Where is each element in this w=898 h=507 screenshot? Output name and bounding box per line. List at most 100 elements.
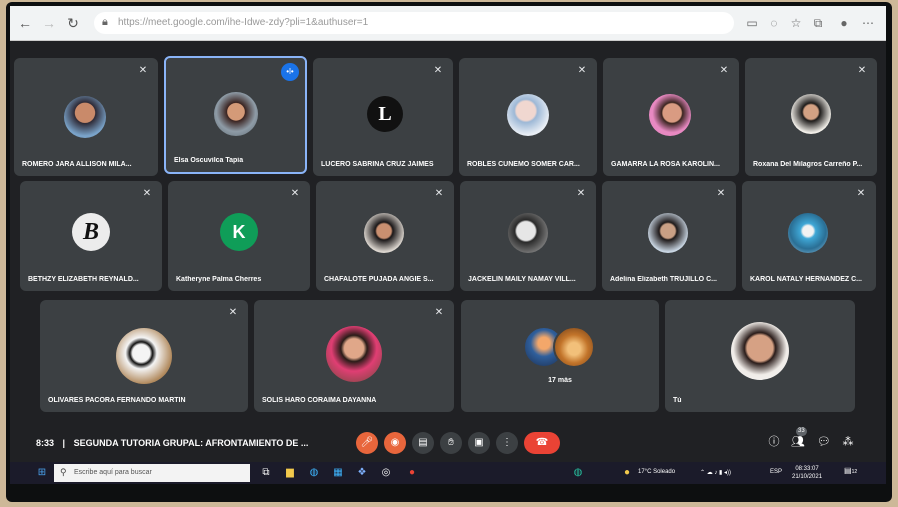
participant-name: GAMARRA LA ROSA KAROLIN... — [611, 161, 720, 168]
task-view-icon[interactable]: ⧉ — [258, 465, 274, 481]
mic-off-icon: ✕ — [228, 307, 238, 318]
meeting-details-icon[interactable]: ⓘ — [766, 434, 782, 450]
notification-count: 12 — [851, 469, 858, 475]
participant-tile[interactable]: 17 más — [461, 300, 659, 412]
participant-tile[interactable]: ✕ GAMARRA LA ROSA KAROLIN... — [603, 58, 739, 176]
weather-icon: ● — [624, 467, 631, 478]
dropbox-icon[interactable]: ❖ — [354, 465, 370, 481]
participant-name: Tú — [673, 397, 682, 404]
participant-tile[interactable]: ✕ SOLIS HARO CORAIMA DAYANNA — [254, 300, 454, 412]
address-bar[interactable]: 🔒︎ https://meet.google.com/ihe-Idwe-zdy?… — [94, 12, 734, 34]
mic-off-icon: ✕ — [434, 188, 444, 199]
mic-off-icon: ✕ — [719, 65, 729, 76]
camera-toggle-icon[interactable]: ◉ — [384, 432, 406, 454]
participant-tile[interactable]: ✕ K Katheryne Palma Cherres — [168, 181, 310, 291]
participant-tile[interactable]: ✕ OLIVARES PACORA FERNANDO MARTÍN — [40, 300, 248, 412]
lock-icon: 🔒︎ — [102, 16, 108, 28]
avatar — [788, 213, 828, 253]
forward-icon[interactable]: → — [40, 14, 58, 32]
participant-tile[interactable]: ✕ CHAFALOTE PUJADA ANGIE S... — [316, 181, 454, 291]
mic-toggle-icon[interactable]: 🎤︎ — [356, 432, 378, 454]
favorite-icon[interactable]: ☆ — [788, 15, 804, 31]
tray-icons[interactable]: ⌃ ☁ ♪ ▮ ◂)) — [700, 469, 731, 476]
url-text: https://meet.google.com/ihe-Idwe-zdy?pli… — [118, 17, 369, 28]
participant-name: Elsa Oscuvilca Tapia — [174, 157, 244, 164]
mic-off-icon: ✕ — [433, 65, 443, 76]
people-icon[interactable]: 👥︎ 33 — [790, 427, 807, 450]
participant-tile[interactable]: ✕ Adelina Elizabeth TRUJILLO C... — [602, 181, 736, 291]
end-call-icon[interactable]: ☎︎ — [524, 432, 560, 454]
store-icon[interactable]: ▦ — [330, 465, 346, 481]
notification-icon[interactable]: ▤12 — [844, 466, 857, 475]
participant-name: KAROL NATALY HERNÁNDEZ C... — [750, 276, 863, 283]
avatar — [116, 328, 172, 384]
clock[interactable]: 08:33:07 21/10/2021 — [792, 465, 822, 481]
participant-tile[interactable]: ✕ L LUCERO SABRINA CRUZ JAIMES — [313, 58, 453, 176]
reload-icon[interactable]: ↻ — [64, 14, 82, 32]
participant-name: ROMERO JARA ALLISON MILA... — [22, 161, 132, 168]
app-icon[interactable]: ◎ — [378, 465, 394, 481]
meeting-time: 8:33 — [36, 438, 55, 448]
participant-name: Roxana Del Milagros Carreño P... — [753, 161, 863, 168]
participant-name: ROBLES CUNEMO SOMER CAR... — [467, 161, 580, 168]
avatar — [326, 326, 382, 382]
camera-indicator-icon[interactable]: ▭ — [744, 15, 760, 31]
participant-tile[interactable]: •l• Elsa Oscuvilca Tapia — [164, 56, 307, 174]
weather-text[interactable]: 17°C Soleado — [638, 469, 675, 475]
avatar — [649, 94, 691, 136]
avatar — [648, 213, 688, 253]
avatar — [553, 326, 595, 368]
more-options-icon[interactable]: ⋮ — [496, 432, 518, 454]
participant-name: Katheryne Palma Cherres — [176, 276, 262, 283]
mic-off-icon: ✕ — [434, 307, 444, 318]
browser-toolbar: ← → ↻ 🔒︎ https://meet.google.com/ihe-Idw… — [10, 6, 886, 41]
screen: ← → ↻ 🔒︎ https://meet.google.com/ihe-Idw… — [10, 6, 886, 484]
mic-off-icon: ✕ — [290, 188, 300, 199]
mic-off-icon: ✕ — [142, 188, 152, 199]
avatar — [364, 213, 404, 253]
participant-tile[interactable]: ✕ ROMERO JARA ALLISON MILA... — [14, 58, 158, 176]
reader-icon[interactable]: ◌ — [766, 15, 782, 31]
windows-taskbar: ⊞ ⚲ Escribe aquí para buscar ⧉ ▆ ◍ ▦ ❖ ◎… — [10, 462, 886, 484]
present-screen-icon[interactable]: ▣ — [468, 432, 490, 454]
avatar — [64, 96, 106, 138]
participant-name: Adelina Elizabeth TRUJILLO C... — [610, 276, 717, 283]
captions-icon[interactable]: ▤ — [412, 432, 434, 454]
edge-browser-icon[interactable]: ◍ — [306, 465, 322, 481]
windows-start-icon[interactable]: ⊞ — [34, 465, 50, 481]
file-explorer-icon[interactable]: ▆ — [282, 465, 298, 481]
profile-icon[interactable]: ● — [836, 15, 852, 31]
speaking-indicator-icon: •l• — [281, 63, 299, 81]
raise-hand-icon[interactable]: ✋︎ — [440, 432, 462, 454]
collections-icon[interactable]: ⧉ — [810, 15, 826, 31]
participant-tile[interactable]: ✕ KAROL NATALY HERNÁNDEZ C... — [742, 181, 876, 291]
avatar — [731, 322, 789, 380]
clock-time: 08:33:07 — [795, 466, 819, 472]
activities-icon[interactable]: ⁂ — [840, 434, 856, 450]
taskbar-search-box[interactable]: ⚲ Escribe aquí para buscar — [54, 464, 250, 482]
avatar — [508, 213, 548, 253]
participant-tile[interactable]: ✕ ROBLES CUNEMO SOMER CAR... — [459, 58, 597, 176]
participant-tile[interactable]: ✕ B BETHZY ELIZABETH REYNALD... — [20, 181, 162, 291]
participant-name: LUCERO SABRINA CRUZ JAIMES — [321, 161, 434, 168]
avatar — [507, 94, 549, 136]
participant-tile[interactable]: ✕ Roxana Del Milagros Carreño P... — [745, 58, 877, 176]
avatar — [791, 94, 831, 134]
avatar: L — [367, 96, 403, 132]
mic-off-icon: ✕ — [716, 188, 726, 199]
chat-icon[interactable]: 💬︎ — [816, 434, 832, 450]
people-count-badge: 33 — [796, 427, 807, 436]
back-icon[interactable]: ← — [16, 14, 34, 32]
participant-tile-self[interactable]: Tú — [665, 300, 855, 412]
office-icon[interactable]: ● — [404, 465, 420, 481]
participant-tile[interactable]: ✕ JACKELIN MAILY NAMAY VILL... — [460, 181, 596, 291]
participant-name: BETHZY ELIZABETH REYNALD... — [28, 276, 139, 283]
mic-off-icon: ✕ — [577, 65, 587, 76]
language-indicator[interactable]: ESP — [770, 469, 782, 475]
clock-date: 21/10/2021 — [792, 474, 823, 480]
mic-off-icon: ✕ — [138, 65, 148, 76]
more-icon[interactable]: ⋯ — [860, 15, 876, 31]
tray-app-icon[interactable]: ◍ — [570, 465, 586, 481]
participant-name: OLIVARES PACORA FERNANDO MARTÍN — [48, 397, 186, 404]
search-icon: ⚲ — [60, 467, 67, 477]
